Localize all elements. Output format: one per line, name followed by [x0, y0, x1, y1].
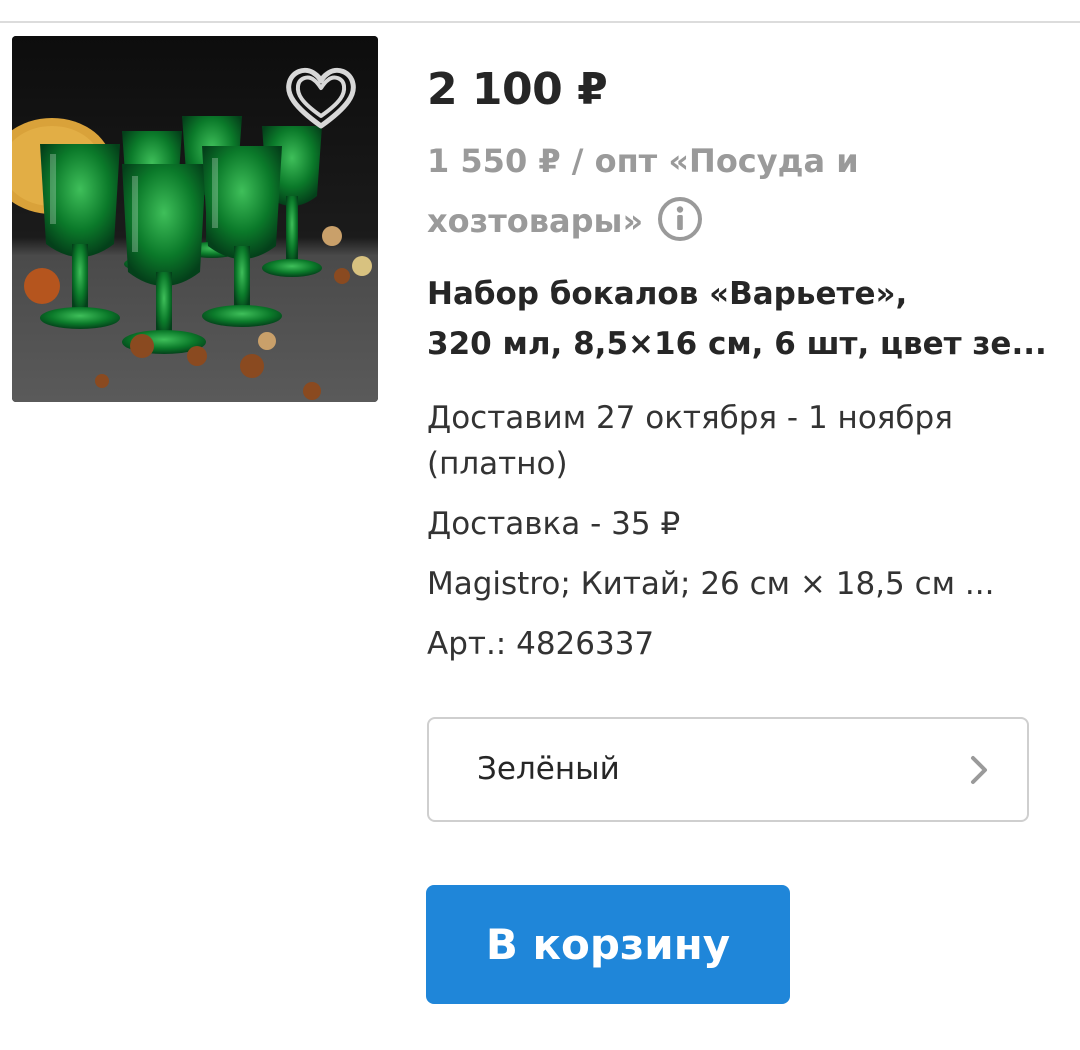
- product-title-line-1: Набор бокалов «Варьете»,: [427, 276, 908, 312]
- product-specs: Magistro; Китай; 26 см × 18,5 см ...: [427, 566, 995, 602]
- product-price: 2 100 ₽: [427, 64, 608, 115]
- favorite-button[interactable]: [283, 64, 359, 132]
- add-to-cart-button[interactable]: В корзину: [426, 885, 790, 1004]
- wholesale-price-text: 1 550 ₽ / опт «Посуда и хозтовары»: [427, 142, 859, 240]
- variant-selected-value: Зелёный: [477, 751, 620, 787]
- product-info: 2 100 ₽ 1 550 ₽ / опт «Посуда и хозтовар…: [427, 60, 1047, 667]
- wholesale-price: 1 550 ₽ / опт «Посуда и хозтовары»: [427, 131, 897, 251]
- chevron-right-icon: [971, 756, 987, 784]
- product-article: Арт.: 4826337: [427, 626, 655, 662]
- favorite-heart-icon: [286, 67, 356, 129]
- delivery-dates: Доставим 27 октября - 1 ноября (платно): [427, 400, 953, 482]
- delivery-cost: Доставка - 35 ₽: [427, 506, 681, 542]
- info-icon[interactable]: [657, 196, 703, 242]
- product-title[interactable]: Набор бокалов «Варьете», 320 мл, 8,5×16 …: [427, 269, 1047, 369]
- variant-select[interactable]: Зелёный: [427, 717, 1029, 822]
- product-title-line-2: 320 мл, 8,5×16 см, 6 шт, цвет зе...: [427, 326, 1047, 362]
- top-divider: [0, 21, 1080, 23]
